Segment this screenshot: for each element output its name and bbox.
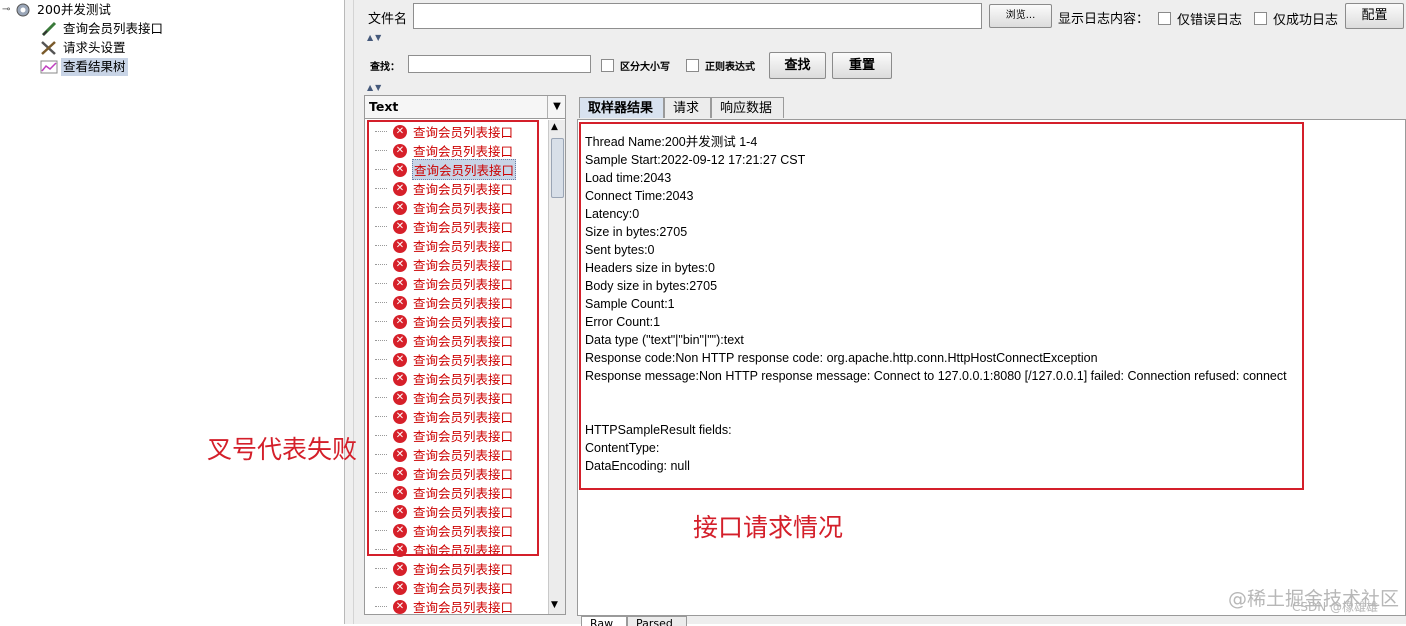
- checkbox-box[interactable]: [601, 59, 614, 72]
- list-item[interactable]: ✕ 查询会员列表接口: [365, 597, 514, 616]
- tree-node-label: 请求头设置: [63, 40, 126, 55]
- scroll-down-icon[interactable]: ▼: [551, 600, 558, 610]
- case-sensitive-checkbox[interactable]: 区分大小写: [601, 58, 670, 73]
- tab-parsed[interactable]: Parsed: [627, 616, 687, 626]
- checkbox-label: 区分大小写: [620, 62, 670, 73]
- filename-input[interactable]: [413, 3, 982, 29]
- renderer-select-value: Text: [369, 99, 399, 114]
- sampler-pipette-icon: [41, 21, 57, 37]
- error-shield-icon: ✕: [393, 599, 407, 614]
- checkbox-box[interactable]: [686, 59, 699, 72]
- tree-connector: [375, 568, 387, 569]
- errors-only-checkbox[interactable]: 仅错误日志: [1158, 9, 1242, 28]
- reset-button[interactable]: 重置: [832, 52, 892, 79]
- list-item-label: 查询会员列表接口: [413, 562, 514, 577]
- config-button[interactable]: 配置: [1345, 3, 1404, 29]
- tab-raw[interactable]: Raw: [581, 616, 627, 626]
- split-pane-divider[interactable]: [344, 0, 354, 624]
- renderer-select[interactable]: Text ▼: [364, 95, 566, 119]
- tree-node-root[interactable]: ⊸ 200并发测试: [2, 1, 113, 19]
- checkbox-label: 正则表达式: [705, 62, 755, 73]
- browse-button[interactable]: 浏览...: [989, 4, 1052, 28]
- watermark-csdn: CSDN @橡雄雄: [1292, 600, 1379, 614]
- checkbox-box[interactable]: [1254, 12, 1267, 25]
- test-plan-tree: ⊸ 200并发测试 查询会员列表接口 请求头设置 查看结果树: [0, 0, 344, 624]
- tree-connector: [375, 587, 387, 588]
- log-content-label: 显示日志内容：: [1058, 12, 1150, 27]
- result-highlight-box: [579, 122, 1304, 490]
- chevron-down-icon[interactable]: ▼: [547, 96, 566, 118]
- checkbox-label: 仅错误日志: [1177, 13, 1243, 28]
- expand-toggle-icon[interactable]: ⊸: [2, 1, 14, 19]
- list-item-label: 查询会员列表接口: [413, 581, 514, 596]
- thread-group-gear-icon: [16, 3, 30, 17]
- tree-node-view-results-tree[interactable]: 查看结果树: [40, 58, 128, 76]
- tree-node-label: 查看结果树: [61, 58, 128, 76]
- filename-label: 文件名: [368, 12, 408, 27]
- scrollbar-thumb[interactable]: [551, 138, 564, 198]
- error-shield-icon: ✕: [393, 580, 407, 595]
- regex-checkbox[interactable]: 正则表达式: [686, 58, 755, 73]
- request-annotation: 接口请求情况: [693, 513, 844, 542]
- tab-request[interactable]: 请求: [664, 97, 711, 118]
- checkbox-box[interactable]: [1158, 12, 1171, 25]
- tree-node-header-manager[interactable]: 请求头设置: [40, 39, 128, 57]
- list-scrollbar[interactable]: ▲ ▼: [548, 120, 565, 614]
- tree-connector: [375, 606, 387, 607]
- search-label: 查找：: [370, 62, 400, 73]
- checkbox-label: 仅成功日志: [1273, 13, 1339, 28]
- success-only-checkbox[interactable]: 仅成功日志: [1254, 9, 1338, 28]
- search-input[interactable]: [408, 55, 591, 73]
- tree-node-http-request[interactable]: 查询会员列表接口: [40, 20, 165, 38]
- error-shield-icon: ✕: [393, 561, 407, 576]
- fail-annotation: 叉号代表失败: [207, 435, 358, 464]
- list-item[interactable]: ✕ 查询会员列表接口: [365, 559, 514, 578]
- list-item-label: 查询会员列表接口: [413, 600, 514, 615]
- config-tools-icon: [41, 41, 56, 55]
- tree-node-label: 查询会员列表接口: [63, 21, 164, 36]
- listener-chart-icon: [40, 60, 58, 74]
- tree-node-label: 200并发测试: [37, 2, 111, 17]
- failure-highlight-box: [367, 120, 539, 556]
- list-item[interactable]: ✕ 查询会员列表接口: [365, 578, 514, 597]
- find-button[interactable]: 查找: [769, 52, 826, 79]
- collapse-arrows-icon[interactable]: ▲▼: [367, 83, 383, 92]
- tab-response-data[interactable]: 响应数据: [711, 97, 784, 118]
- tab-sampler-result[interactable]: 取样器结果: [579, 97, 664, 118]
- scroll-up-icon[interactable]: ▲: [551, 122, 558, 132]
- collapse-arrows-icon[interactable]: ▲▼: [367, 33, 383, 42]
